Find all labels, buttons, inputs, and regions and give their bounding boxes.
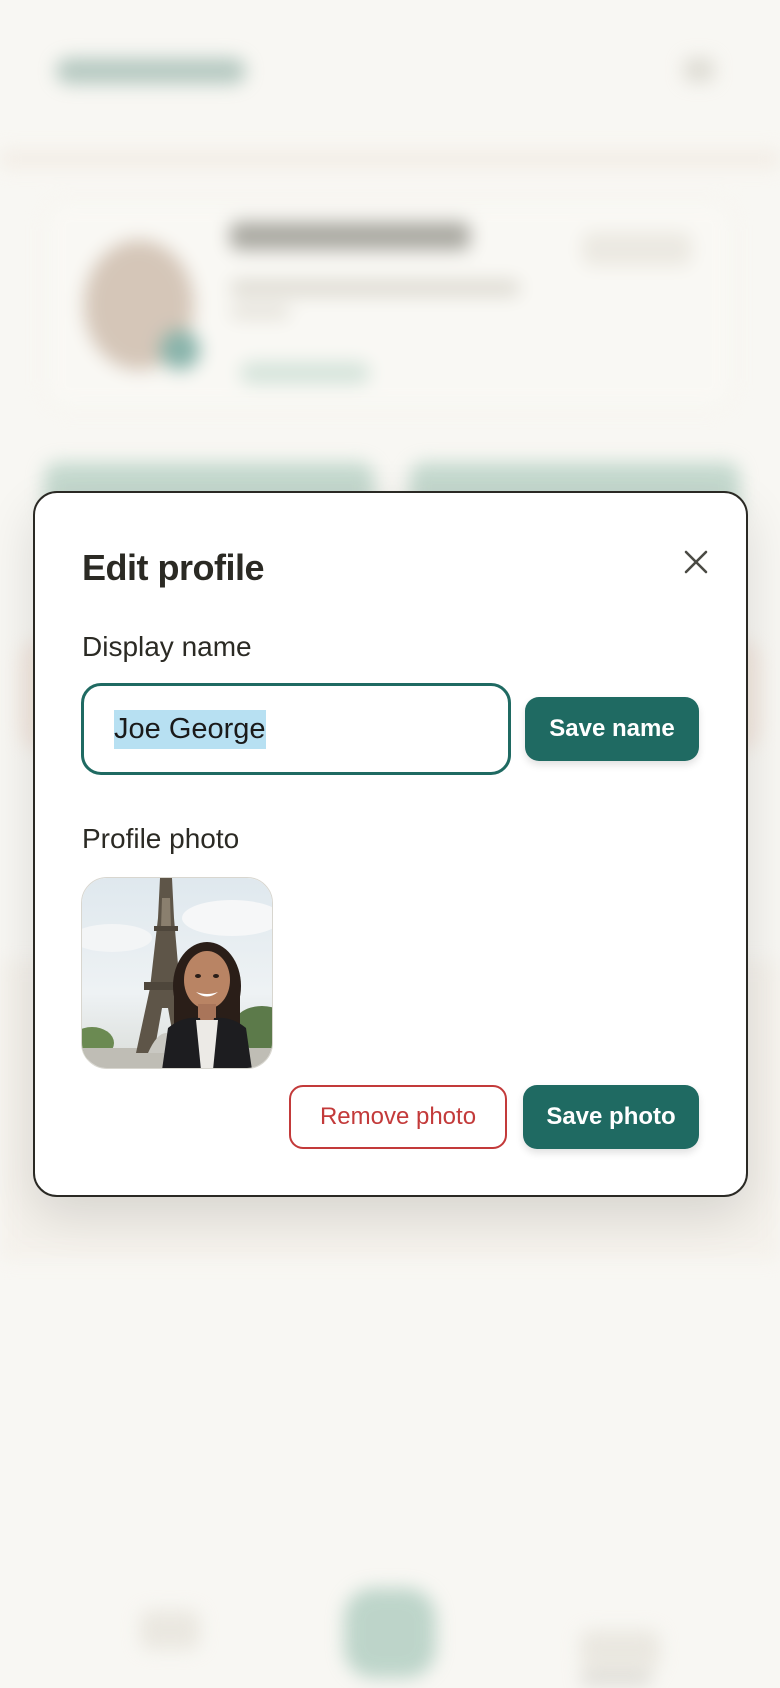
nav-item-placeholder [580, 1630, 660, 1670]
display-name-value: Joe George [114, 709, 266, 749]
dialog-title: Edit profile [82, 547, 265, 588]
close-button[interactable] [671, 537, 721, 587]
profile-meta-placeholder [230, 305, 290, 319]
display-name-input[interactable]: Joe George [81, 683, 511, 775]
edit-profile-dialog: Edit profile Display name Joe George Sav… [33, 491, 748, 1197]
profile-name-placeholder [230, 222, 470, 250]
nav-center-button-placeholder [344, 1588, 436, 1678]
close-icon [684, 550, 708, 574]
edit-button-placeholder [582, 232, 692, 266]
display-name-label: Display name [82, 631, 252, 662]
menu-icon [684, 58, 714, 82]
profile-photo-label: Profile photo [82, 823, 240, 854]
profile-subtitle-placeholder [230, 280, 520, 296]
profile-pill-placeholder [240, 362, 370, 384]
remove-photo-button[interactable]: Remove photo [289, 1085, 507, 1149]
profile-photo-image [82, 878, 272, 1068]
header-divider [0, 150, 780, 168]
save-photo-button[interactable]: Save photo [523, 1085, 699, 1149]
profile-photo-preview [81, 877, 273, 1069]
nav-item-placeholder [140, 1610, 200, 1650]
save-name-button[interactable]: Save name [525, 697, 699, 761]
avatar [84, 240, 194, 370]
profile-card [44, 200, 734, 410]
app-logo [56, 58, 246, 84]
home-indicator [580, 1674, 652, 1684]
avatar-edit-badge [160, 330, 200, 370]
